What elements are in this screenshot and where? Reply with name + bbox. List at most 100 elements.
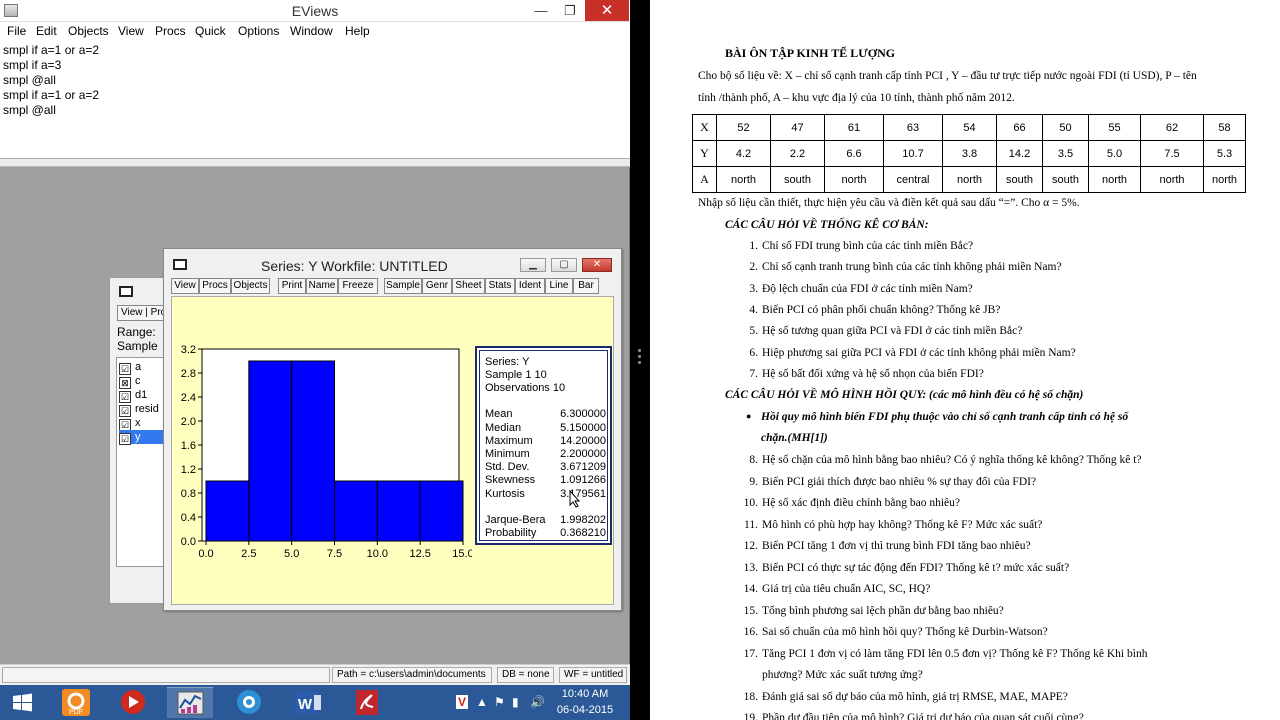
title-bar: EViews — ❐ ✕ bbox=[0, 0, 630, 22]
line-button[interactable]: Line bbox=[545, 278, 573, 294]
series-maximize-button[interactable]: ▢ bbox=[551, 258, 577, 272]
table-cell: south bbox=[996, 166, 1043, 193]
stat-value: 0.368210 bbox=[560, 527, 606, 539]
x-tick-label: 0.0 bbox=[198, 548, 213, 560]
stat-label: Minimum bbox=[485, 448, 530, 460]
regression-task-line: chặn.(MH[1]) bbox=[761, 432, 828, 444]
stat-label: Median bbox=[485, 422, 522, 434]
freeze-button[interactable]: Freeze bbox=[338, 278, 378, 294]
table-cell: 62 bbox=[1140, 114, 1204, 141]
table-cell: 2.2 bbox=[770, 140, 825, 167]
x-tick-label: 10.0 bbox=[367, 548, 388, 560]
taskbar-eviews-app[interactable] bbox=[167, 687, 213, 718]
procs-button[interactable]: Procs bbox=[199, 278, 231, 294]
menu-view[interactable]: View bbox=[118, 24, 144, 38]
status-db: DB = none bbox=[497, 667, 554, 683]
menu-bar: File Edit Objects View Procs Quick Optio… bbox=[0, 22, 630, 41]
menu-edit[interactable]: Edit bbox=[36, 24, 57, 38]
taskbar: PDF W V ▲ ⚑ ▮ 🔊 10:40 AM 06-04-2015 bbox=[0, 685, 630, 720]
stat-label: Mean bbox=[485, 408, 513, 420]
name-button[interactable]: Name bbox=[306, 278, 338, 294]
table-cell: 50 bbox=[1042, 114, 1089, 141]
question-text: Sai số chuẩn của mô hình hồi quy? Thống … bbox=[762, 626, 1048, 638]
sample-button[interactable]: Sample bbox=[384, 278, 422, 294]
network-icon[interactable]: ▮ bbox=[512, 695, 519, 709]
section-heading-regression: CÁC CÂU HỎI VỀ MÔ HÌNH HỒI QUY: (các mô … bbox=[725, 389, 1084, 401]
snap-divider[interactable] bbox=[631, 0, 650, 720]
print-button[interactable]: Print bbox=[278, 278, 306, 294]
tray-expand-icon[interactable]: ▲ bbox=[476, 695, 488, 709]
menu-file[interactable]: File bbox=[7, 24, 26, 38]
histogram-chart: 0.0 0.4 0.8 1.2 1.6 2.0 2.4 2.8 3.2 0.0 2.5 5.0 7.5 1… bbox=[181, 344, 472, 560]
minimize-button[interactable]: — bbox=[527, 0, 555, 21]
table-cell: 10.7 bbox=[883, 140, 943, 167]
taskbar-media-app[interactable] bbox=[110, 687, 156, 718]
table-cell: 3.5 bbox=[1042, 140, 1089, 167]
table-cell: north bbox=[1203, 166, 1246, 193]
pane-splitter[interactable] bbox=[0, 159, 630, 167]
command-line: smpl @all bbox=[3, 103, 56, 117]
table-cell: 3.8 bbox=[942, 140, 997, 167]
descriptive-stats-box: Series: Y Sample 1 10 Observations 10 Me… bbox=[475, 346, 612, 545]
question-text: Hiệp phương sai giữa PCI và FDI ở các tỉ… bbox=[762, 346, 1076, 359]
divider-grip-icon[interactable] bbox=[637, 349, 643, 371]
table-cell: 66 bbox=[996, 114, 1043, 141]
menu-help[interactable]: Help bbox=[345, 24, 370, 38]
series-title-bar[interactable]: Series: Y Workfile: UNTITLED ▁ ▢ ✕ bbox=[164, 249, 621, 278]
table-cell: north bbox=[1088, 166, 1141, 193]
x-tick-label: 5.0 bbox=[284, 548, 299, 560]
sheet-button[interactable]: Sheet bbox=[452, 278, 485, 294]
regression-task-line: Hồi quy mô hình biến FDI phụ thuộc vào c… bbox=[761, 411, 1129, 423]
histogram-bar bbox=[376, 480, 421, 542]
series-window: Series: Y Workfile: UNTITLED ▁ ▢ ✕ View … bbox=[163, 248, 622, 611]
stat-value: 14.20000 bbox=[560, 435, 606, 447]
table-cell: north bbox=[1140, 166, 1204, 193]
question-text: Biến PCI có thực sự tác động đến FDI? Th… bbox=[762, 561, 1070, 574]
svg-text:W: W bbox=[298, 696, 313, 713]
stats-button[interactable]: Stats bbox=[485, 278, 515, 294]
series-minimize-button[interactable]: ▁ bbox=[520, 258, 546, 272]
question-number: 13. bbox=[743, 561, 758, 574]
view-label: View bbox=[121, 307, 143, 318]
menu-options[interactable]: Options bbox=[238, 24, 279, 38]
taskbar-camera-app[interactable] bbox=[226, 687, 272, 718]
stat-value: 5.150000 bbox=[560, 422, 606, 434]
status-empty-cell bbox=[2, 667, 330, 683]
taskbar-pdf-app[interactable]: PDF bbox=[53, 687, 99, 718]
question-text: Phần dư đầu tiên của mô hình? Giá trị dự… bbox=[762, 712, 1084, 720]
restore-button[interactable]: ❐ bbox=[556, 0, 584, 21]
question-number: 7. bbox=[749, 367, 758, 380]
table-cell: 6.6 bbox=[824, 140, 884, 167]
pdf-app-icon: PDF bbox=[62, 689, 90, 716]
ident-button[interactable]: Ident bbox=[515, 278, 545, 294]
series-close-button[interactable]: ✕ bbox=[582, 258, 612, 272]
start-button[interactable] bbox=[0, 687, 46, 718]
menu-quick[interactable]: Quick bbox=[195, 24, 226, 38]
command-window[interactable]: smpl if a=1 or a=2 smpl if a=3 smpl @all… bbox=[0, 41, 630, 159]
close-button[interactable]: ✕ bbox=[585, 0, 629, 21]
taskbar-word-app[interactable]: W bbox=[284, 687, 330, 718]
clock-time[interactable]: 10:40 AM bbox=[555, 688, 615, 700]
flag-icon[interactable]: ⚑ bbox=[494, 695, 505, 709]
question-number: 16. bbox=[743, 626, 758, 638]
genr-button[interactable]: Genr bbox=[422, 278, 452, 294]
table-cell: 47 bbox=[770, 114, 825, 141]
stats-inner-border: Series: Y Sample 1 10 Observations 10 Me… bbox=[479, 350, 608, 541]
menu-window[interactable]: Window bbox=[290, 24, 333, 38]
bar-button[interactable]: Bar bbox=[573, 278, 599, 294]
menu-objects[interactable]: Objects bbox=[68, 24, 109, 38]
stats-series: Series: Y bbox=[485, 356, 530, 368]
clock-date[interactable]: 06-04-2015 bbox=[555, 704, 615, 716]
table-cell: 5.3 bbox=[1203, 140, 1246, 167]
question-text: Giá trị của tiêu chuẩn AIC, SC, HQ? bbox=[762, 583, 931, 595]
question-text: Hệ số xác định điều chỉnh bằng bao nhiêu… bbox=[762, 497, 960, 509]
volume-icon[interactable]: 🔊 bbox=[530, 695, 545, 709]
view-button[interactable]: View bbox=[171, 278, 199, 294]
menu-procs[interactable]: Procs bbox=[155, 24, 186, 38]
y-tick-label: 2.4 bbox=[181, 392, 196, 404]
objects-button[interactable]: Objects bbox=[231, 278, 270, 294]
question-number: 1. bbox=[749, 240, 758, 252]
vietkey-icon[interactable]: V bbox=[456, 695, 469, 709]
taskbar-acrobat-app[interactable] bbox=[344, 687, 390, 718]
question-text: Độ lệch chuẩn của FDI ở các tỉnh miền Na… bbox=[762, 282, 973, 295]
